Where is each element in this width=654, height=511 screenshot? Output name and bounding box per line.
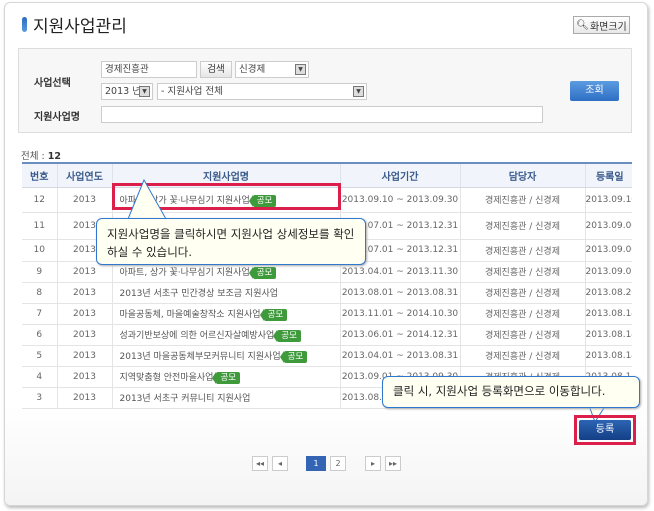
row-year: 2013	[56, 345, 112, 367]
row-date: 2013.08.14	[584, 324, 632, 346]
row-name[interactable]: 2013년 서초구 민간경상 보조금 지원사업	[111, 282, 340, 304]
row-no: 7	[22, 303, 57, 325]
header-year: 사업연도	[56, 162, 112, 188]
row-date: 2013.08.14	[584, 345, 632, 367]
business-name-link[interactable]: 2013년 서초구 커뮤니티 지원사업	[120, 394, 251, 404]
row-no: 3	[22, 387, 57, 409]
header-period: 사업기간	[339, 162, 460, 188]
business-name-link[interactable]: 2013년 마을공동체부모커뮤니티 지원사업	[120, 352, 281, 362]
business-name-link[interactable]: 아파트, 상가 꽃·나무심기 지원사업	[120, 268, 250, 278]
public-offer-badge: 공모	[279, 350, 308, 363]
row-name[interactable]: 마을공동체, 마을예술창작소 지원사업 공모	[111, 303, 340, 325]
row-period: 2013.04.01 ~ 2013.08.31	[339, 345, 460, 367]
row-year: 2013	[56, 303, 112, 325]
register-button[interactable]: 등록	[579, 420, 631, 440]
header-manager: 담당자	[459, 162, 585, 188]
row-no: 11	[22, 212, 57, 240]
row-year: 2013	[56, 187, 112, 213]
row-name[interactable]: 2013년 마을공동체부모커뮤니티 지원사업 공모	[111, 345, 340, 367]
row-date: 2013.09.10	[584, 187, 632, 213]
page-1[interactable]: 1	[306, 456, 326, 471]
row-name[interactable]: 지역맞춤형 안전마을사업 공모	[111, 366, 340, 388]
row-manager: 경제진흥관 / 신경제	[459, 187, 585, 213]
row-period: 2013.09.10 ~ 2013.09.30	[339, 187, 460, 213]
public-offer-badge: 공모	[259, 308, 288, 321]
business-name-link[interactable]: 성과기반보상에 의한 어르신자살예방사업	[120, 331, 275, 341]
table-row: 6 2013 성과기반보상에 의한 어르신자살예방사업 공모 2013.06.01 ~ …	[22, 324, 632, 346]
public-offer-badge: 공모	[248, 266, 277, 279]
row-date: 2013.08.14	[584, 303, 632, 325]
public-offer-badge: 공모	[273, 329, 301, 342]
register-tip-callout: 클릭 시, 지원사업 등록화면으로 이동합니다.	[382, 376, 640, 408]
table-row: 7 2013 마을공동체, 마을예술창작소 지원사업 공모 2013.11.01 ~ 2…	[22, 303, 632, 325]
row-no: 6	[22, 324, 57, 346]
next-page-button[interactable]: ▸	[365, 456, 381, 471]
row-name[interactable]: 2013년 서초구 커뮤니티 지원사업	[111, 387, 340, 409]
row-date: 2013.09.06	[584, 239, 632, 262]
business-name-link[interactable]: 2013년 서초구 민간경상 보조금 지원사업	[120, 289, 279, 299]
row-manager: 경제진흥관 / 신경제	[459, 303, 585, 325]
page-2[interactable]: 2	[330, 456, 346, 471]
business-name-link[interactable]: 마을공동체, 마을예술창작소 지원사업	[120, 310, 261, 320]
row-no: 5	[22, 345, 57, 367]
row-manager: 경제진흥관 / 신경제	[459, 324, 585, 346]
row-name[interactable]: 성과기반보상에 의한 어르신자살예방사업 공모	[111, 324, 340, 346]
table-row: 8 2013 2013년 서초구 민간경상 보조금 지원사업 2013.08.01 ~…	[22, 282, 632, 304]
row-year: 2013	[56, 282, 112, 304]
row-manager: 경제진흥관 / 신경제	[459, 239, 585, 262]
row-manager: 경제진흥관 / 신경제	[459, 282, 585, 304]
callout-tail	[127, 178, 167, 220]
row-manager: 경제진흥관 / 신경제	[459, 345, 585, 367]
row-no: 9	[22, 261, 57, 283]
row-no: 10	[22, 239, 57, 262]
business-name-link[interactable]: 지역맞춤형 안전마을사업	[120, 373, 214, 383]
row-year: 2013	[56, 366, 112, 388]
table-row: 5 2013 2013년 마을공동체부모커뮤니티 지원사업 공모 2013.04.01 …	[22, 345, 632, 367]
register-highlight: 등록	[574, 415, 636, 445]
row-date: 2013.09.06	[584, 212, 632, 240]
header-no: 번호	[22, 162, 57, 188]
row-no: 12	[22, 187, 57, 213]
prev-page-button[interactable]: ◂	[272, 456, 288, 471]
last-page-button[interactable]: ▸▸	[385, 456, 401, 471]
row-date: 2013.09.03	[584, 261, 632, 283]
row-period: 2013.08.01 ~ 2013.08.31	[339, 282, 460, 304]
row-year: 2013	[56, 387, 112, 409]
row-no: 8	[22, 282, 57, 304]
row-period: 2013.06.01 ~ 2014.12.31	[339, 324, 460, 346]
row-no: 4	[22, 366, 57, 388]
header-date: 등록일	[584, 162, 632, 188]
row-date: 2013.08.26	[584, 282, 632, 304]
row-manager: 경제진흥관 / 신경제	[459, 212, 585, 240]
public-offer-badge: 공모	[212, 371, 241, 384]
row-year: 2013	[56, 324, 112, 346]
row-period: 2013.11.01 ~ 2014.10.30	[339, 303, 460, 325]
first-page-button[interactable]: ◂◂	[252, 456, 268, 471]
row-manager: 경제진흥관 / 신경제	[459, 261, 585, 283]
name-tip-callout: 지원사업명을 클릭하시면 지원사업 상세정보를 확인하실 수 있습니다.	[96, 218, 366, 265]
